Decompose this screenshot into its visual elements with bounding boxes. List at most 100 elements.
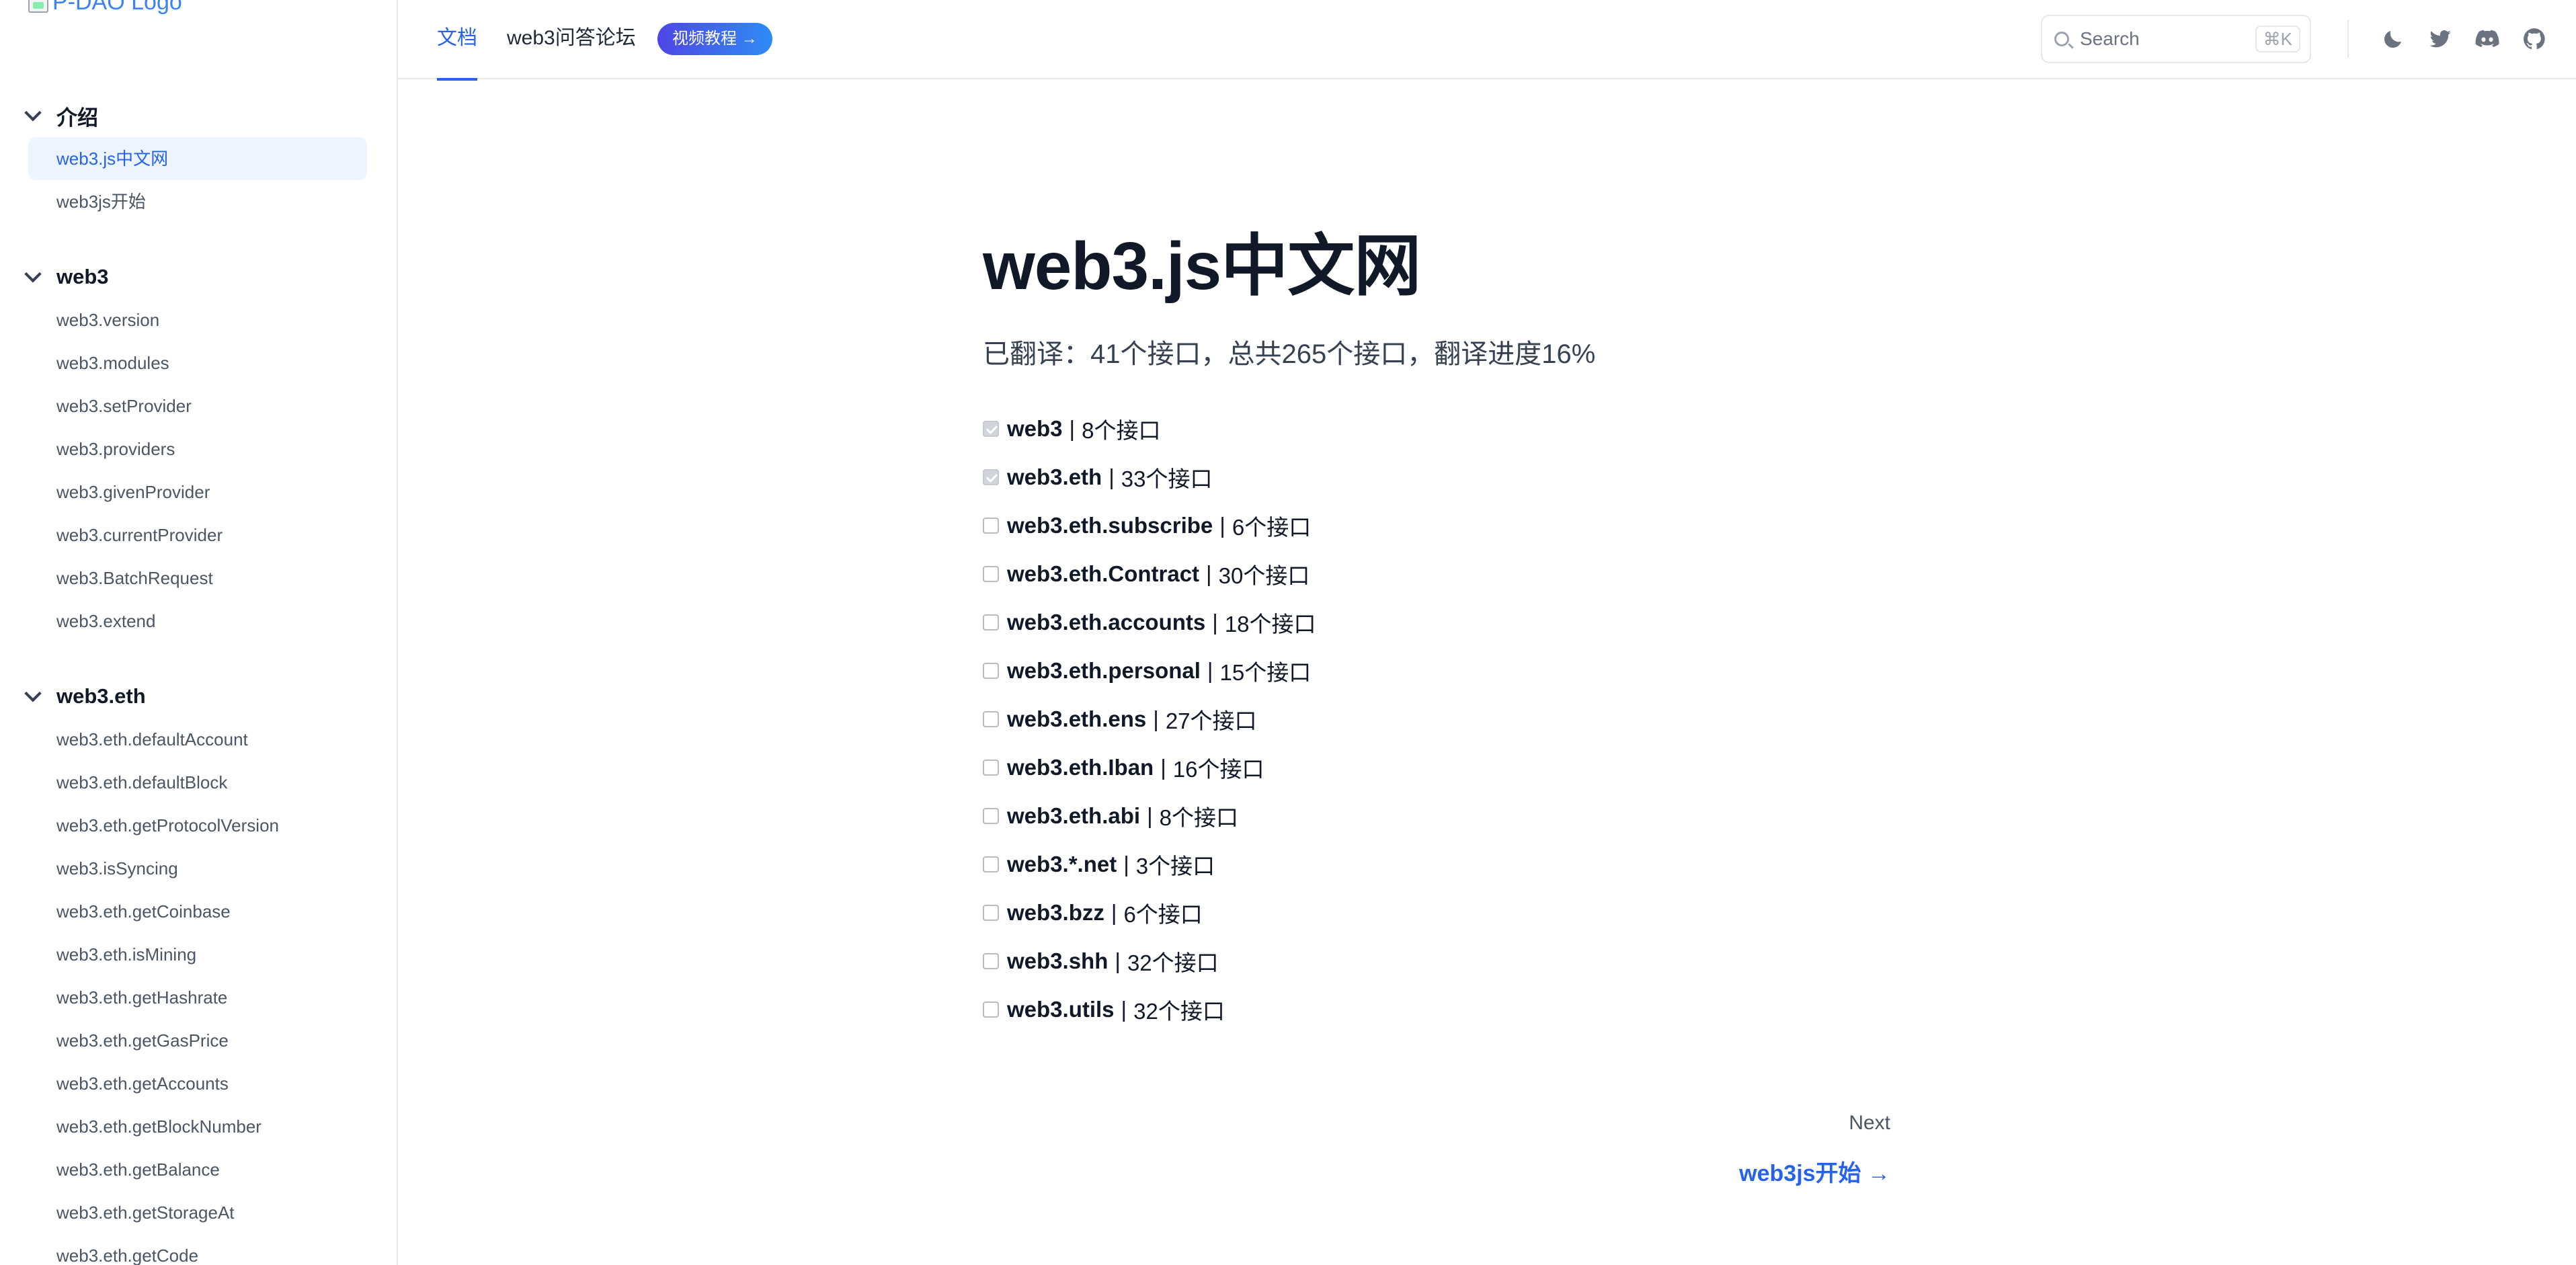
module-count: 15个接口: [1219, 660, 1312, 685]
sidebar-item[interactable]: web3.currentProvider: [28, 514, 367, 557]
module-count: 32个接口: [1133, 999, 1225, 1024]
next-label: Next: [1849, 1112, 1890, 1134]
translation-progress-text: 已翻译：41个接口，总共265个接口，翻译进度16%: [983, 339, 1596, 369]
video-tutorial-button[interactable]: 视频教程 →: [657, 23, 772, 55]
main-content: web3.js中文网 已翻译：41个接口，总共265个接口，翻译进度16% we…: [398, 79, 2576, 1265]
sidebar-item[interactable]: web3.BatchRequest: [28, 557, 367, 600]
sidebar-item[interactable]: web3.setProvider: [28, 384, 367, 427]
logo[interactable]: P-DAO Logo: [28, 0, 182, 15]
sidebar-group-header[interactable]: 介绍: [0, 94, 397, 137]
module-count: 6个接口: [1123, 902, 1203, 927]
moon-icon[interactable]: [2378, 24, 2408, 54]
module-name: web3.eth.personal: [1007, 658, 1201, 683]
broken-image-icon: [28, 0, 48, 13]
sidebar-item[interactable]: web3.modules: [28, 341, 367, 384]
sidebar-item[interactable]: web3.eth.isMining: [28, 933, 367, 976]
module-row: web3.eth.subscribe | 6个接口: [983, 501, 1316, 550]
sidebar-item[interactable]: web3.js中文网: [28, 137, 367, 180]
module-count: 33个接口: [1121, 466, 1213, 491]
sidebar-group: web3 web3.version web3.modules web3.setProv…: [0, 255, 397, 643]
sidebar-group: 介绍 web3.js中文网 web3js开始: [0, 94, 397, 223]
sidebar-item[interactable]: web3.eth.getBlockNumber: [28, 1105, 367, 1148]
top-bar: 文档 web3问答论坛 视频教程 → Search ⌘K: [398, 0, 2576, 81]
sidebar-group-header[interactable]: web3.eth: [0, 675, 397, 718]
sidebar-group-header[interactable]: web3: [0, 255, 397, 298]
tab-docs[interactable]: 文档: [437, 0, 477, 81]
module-row: web3.eth | 33个接口: [983, 453, 1316, 501]
sidebar-item[interactable]: web3.eth.getAccounts: [28, 1062, 367, 1105]
chevron-down-icon: [24, 104, 42, 122]
sidebar-nav: 介绍 web3.js中文网 web3js开始 web3 web3.version web3…: [0, 94, 397, 1265]
sidebar-item[interactable]: web3.givenProvider: [28, 471, 367, 514]
module-name: web3.eth.accounts: [1007, 610, 1206, 635]
module-count: 32个接口: [1127, 950, 1219, 975]
module-name: web3.eth.Iban: [1007, 755, 1154, 780]
separator: |: [1109, 464, 1115, 489]
sidebar-item[interactable]: web3.providers: [28, 427, 367, 471]
twitter-icon[interactable]: [2425, 24, 2455, 54]
sidebar-item[interactable]: web3.eth.getStorageAt: [28, 1191, 367, 1234]
discord-icon[interactable]: [2472, 24, 2502, 54]
module-checklist: web3 | 8个接口 web3.eth | 33个接口 web3.eth.subscrib…: [983, 405, 1316, 1034]
module-name: web3.eth.subscribe: [1007, 513, 1213, 538]
unchecked-checkbox: [983, 856, 999, 872]
toolbar-divider: [2347, 20, 2349, 58]
sidebar-item[interactable]: web3.eth.getGasPrice: [28, 1019, 367, 1062]
module-row: web3.utils | 32个接口: [983, 985, 1316, 1034]
sidebar-group-title: 介绍: [56, 106, 98, 130]
sidebar-item[interactable]: web3.eth.getCoinbase: [28, 890, 367, 933]
unchecked-checkbox: [983, 566, 999, 582]
module-name: web3.bzz: [1007, 900, 1104, 925]
module-row: web3.eth.personal | 15个接口: [983, 647, 1316, 695]
module-count: 27个接口: [1165, 708, 1257, 733]
module-name: web3.*.net: [1007, 852, 1117, 876]
module-count: 16个接口: [1172, 757, 1264, 782]
checked-checkbox: [983, 469, 999, 485]
sidebar-item[interactable]: web3.eth.defaultBlock: [28, 761, 367, 804]
sidebar-item[interactable]: web3js开始: [28, 180, 367, 223]
unchecked-checkbox: [983, 518, 999, 534]
tab-forum[interactable]: web3问答论坛: [507, 0, 636, 79]
sidebar-item[interactable]: web3.eth.getCode: [28, 1234, 367, 1265]
sidebar-item[interactable]: web3.extend: [28, 600, 367, 643]
module-row: web3.bzz | 6个接口: [983, 889, 1316, 937]
sidebar: P-DAO Logo 介绍 web3.js中文网 web3js开始 web3 web3.…: [0, 0, 398, 1265]
module-count: 8个接口: [1082, 418, 1161, 443]
module-name: web3: [1007, 416, 1063, 441]
sidebar-item[interactable]: web3.eth.getProtocolVersion: [28, 804, 367, 847]
logo-alt-text: P-DAO Logo: [52, 0, 182, 15]
unchecked-checkbox: [983, 905, 999, 921]
search-input[interactable]: Search ⌘K: [2041, 15, 2311, 63]
unchecked-checkbox: [983, 663, 999, 679]
sidebar-item[interactable]: web3.version: [28, 298, 367, 341]
unchecked-checkbox: [983, 1002, 999, 1018]
module-row: web3.eth.abi | 8个接口: [983, 792, 1316, 840]
sidebar-item[interactable]: web3.eth.getHashrate: [28, 976, 367, 1019]
github-icon[interactable]: [2520, 24, 2549, 54]
separator: |: [1111, 900, 1117, 925]
sidebar-item[interactable]: web3.eth.getBalance: [28, 1148, 367, 1191]
module-count: 6个接口: [1232, 515, 1312, 540]
separator: |: [1206, 561, 1212, 586]
separator: |: [1160, 755, 1166, 780]
search-icon: [2054, 32, 2069, 46]
separator: |: [1115, 948, 1121, 973]
module-name: web3.utils: [1007, 997, 1115, 1022]
module-count: 18个接口: [1224, 612, 1316, 637]
separator: |: [1147, 803, 1153, 828]
sidebar-item[interactable]: web3.eth.defaultAccount: [28, 718, 367, 761]
module-name: web3.eth.abi: [1007, 803, 1141, 828]
module-row: web3.eth.Iban | 16个接口: [983, 743, 1316, 792]
separator: |: [1121, 997, 1127, 1022]
separator: |: [1207, 658, 1213, 683]
next-page-link[interactable]: web3js开始 →: [1739, 1155, 1890, 1188]
unchecked-checkbox: [983, 711, 999, 727]
search-shortcut: ⌘K: [2255, 26, 2300, 52]
sidebar-item[interactable]: web3.isSyncing: [28, 847, 367, 890]
separator: |: [1069, 416, 1076, 441]
chevron-down-icon: [24, 685, 42, 702]
module-row: web3.eth.ens | 27个接口: [983, 695, 1316, 743]
separator: |: [1123, 852, 1129, 876]
page-title: web3.js中文网: [983, 229, 1421, 304]
module-count: 8个接口: [1159, 805, 1238, 830]
